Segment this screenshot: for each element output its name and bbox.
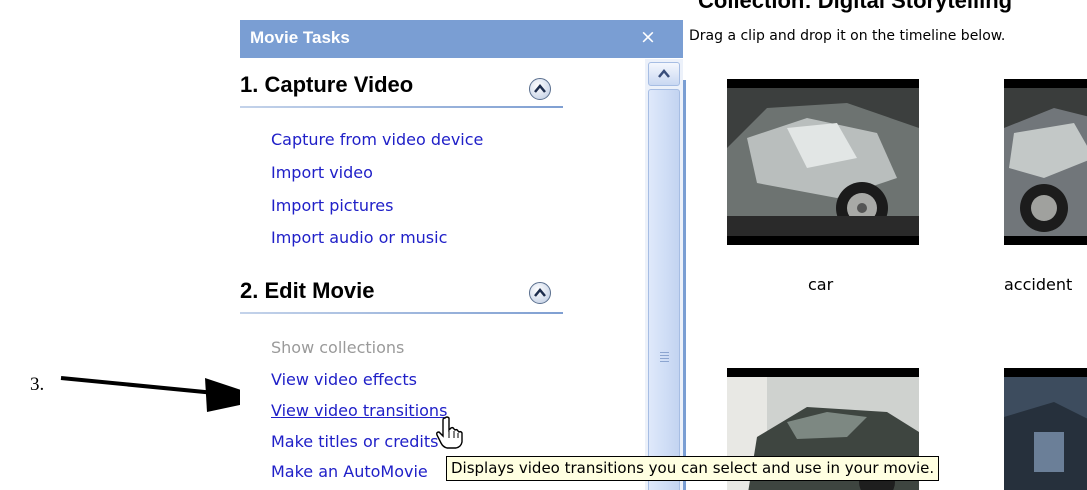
annotation-step-number: 3. xyxy=(30,374,45,395)
movie-tasks-title: Movie Tasks xyxy=(250,28,350,47)
movie-tasks-header: Movie Tasks × xyxy=(240,20,683,58)
scroll-thumb[interactable] xyxy=(648,89,680,490)
clip-label: car xyxy=(808,275,834,294)
collection-content-area: Collection: Digital Storytelling Drag a … xyxy=(683,0,1087,490)
pane-divider xyxy=(683,80,686,490)
arrow-up-icon xyxy=(658,69,670,78)
link-view-video-transitions[interactable]: View video transitions xyxy=(271,401,447,420)
hand-pointer-icon xyxy=(436,416,463,449)
link-make-titles-or-credits[interactable]: Make titles or credits xyxy=(271,432,438,451)
link-import-pictures[interactable]: Import pictures xyxy=(271,196,393,215)
collection-title: Collection: Digital Storytelling xyxy=(698,0,1013,13)
close-icon[interactable]: × xyxy=(640,25,656,49)
section-title-capture-video: 1. Capture Video xyxy=(240,72,414,97)
chevron-up-icon xyxy=(534,84,546,93)
link-capture-from-video-device[interactable]: Capture from video device xyxy=(271,130,483,149)
collapse-capture-video-button[interactable] xyxy=(529,78,551,100)
link-import-audio-or-music[interactable]: Import audio or music xyxy=(271,228,447,247)
car-image xyxy=(1004,377,1087,490)
scroll-up-button[interactable] xyxy=(648,62,680,86)
chevron-up-icon xyxy=(534,288,546,297)
clip-label: accident xyxy=(1004,275,1073,294)
link-view-video-effects[interactable]: View video effects xyxy=(271,370,417,389)
collection-instructions: Drag a clip and drop it on the timeline … xyxy=(689,28,1006,44)
arrow-right-icon xyxy=(60,376,268,412)
tooltip: Displays video transitions you can selec… xyxy=(446,456,940,481)
link-import-video[interactable]: Import video xyxy=(271,163,373,182)
crashed-car-image xyxy=(727,88,919,236)
link-show-collections[interactable]: Show collections xyxy=(271,338,404,357)
tasks-scrollbar[interactable] xyxy=(645,59,683,490)
section-divider xyxy=(240,106,563,108)
clip-thumbnail[interactable] xyxy=(1004,368,1087,490)
clip-thumbnail[interactable] xyxy=(1004,79,1087,245)
clip-thumbnail[interactable] xyxy=(727,79,919,245)
section-title-edit-movie: 2. Edit Movie xyxy=(240,278,375,303)
crashed-car-image xyxy=(1004,88,1087,236)
section-divider xyxy=(240,312,563,314)
link-make-an-automovie[interactable]: Make an AutoMovie xyxy=(271,462,428,481)
collapse-edit-movie-button[interactable] xyxy=(529,282,551,304)
